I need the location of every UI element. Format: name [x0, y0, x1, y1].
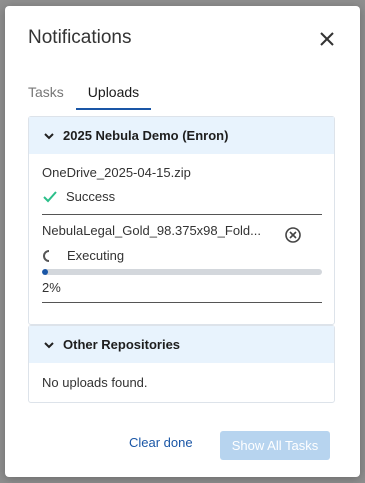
- progress-percent: 2%: [42, 280, 61, 295]
- upload-status-text: Success: [66, 189, 116, 204]
- chevron-down-icon: [44, 132, 54, 139]
- progress-bar-fill: [42, 269, 48, 275]
- check-icon: [43, 190, 57, 202]
- divider: [42, 302, 322, 303]
- group-header-label: Other Repositories: [63, 337, 181, 352]
- divider: [42, 214, 322, 215]
- spinner-icon: [43, 249, 50, 262]
- upload-status: Success: [42, 189, 115, 204]
- upload-group-other: Other Repositories No uploads found.: [28, 325, 335, 403]
- tab-bar: Tasks Uploads: [28, 76, 336, 110]
- tab-tasks[interactable]: Tasks: [28, 76, 76, 110]
- upload-group-nebula: 2025 Nebula Demo (Enron) OneDrive_2025-0…: [28, 116, 335, 325]
- upload-status-text: Executing: [67, 248, 125, 263]
- close-icon[interactable]: [317, 29, 337, 49]
- cancel-circle-icon[interactable]: [284, 226, 302, 244]
- group-header-nebula[interactable]: 2025 Nebula Demo (Enron): [29, 117, 334, 154]
- chevron-down-icon: [44, 341, 54, 348]
- show-all-tasks-button[interactable]: Show All Tasks: [220, 431, 330, 460]
- progress-bar: [42, 269, 322, 275]
- tab-uploads[interactable]: Uploads: [75, 76, 152, 110]
- upload-status: Executing: [42, 248, 124, 263]
- clear-done-button[interactable]: Clear done: [129, 435, 193, 450]
- dialog-title: Notifications: [28, 27, 132, 48]
- upload-file-name: NebulaLegal_Gold_98.375x98_Fold...: [42, 223, 262, 238]
- group-header-label: 2025 Nebula Demo (Enron): [63, 128, 229, 143]
- upload-file-name: OneDrive_2025-04-15.zip: [42, 165, 191, 180]
- empty-message: No uploads found.: [42, 375, 148, 390]
- group-header-other[interactable]: Other Repositories: [29, 326, 334, 363]
- notifications-dialog: Notifications Tasks Uploads 2025 Nebula …: [5, 6, 360, 477]
